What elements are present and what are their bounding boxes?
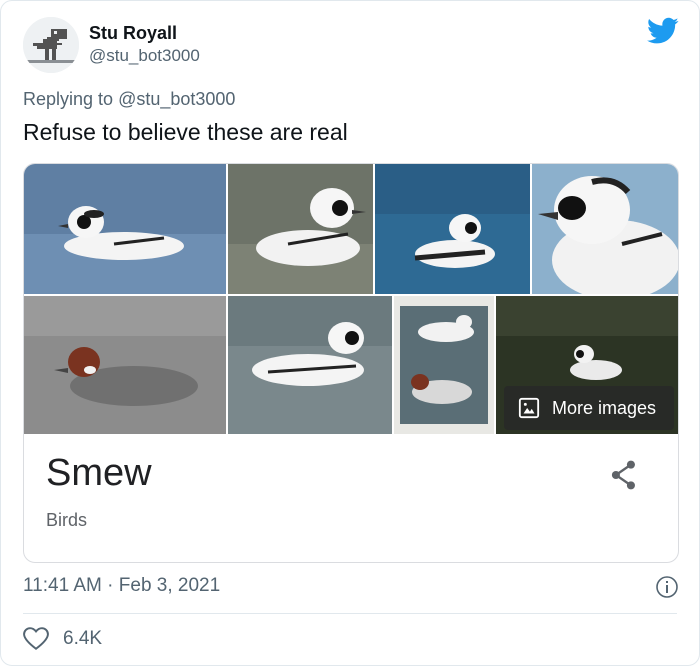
search-card[interactable]: More images Smew Birds [23,163,679,563]
image-icon [518,397,540,419]
info-icon[interactable] [655,575,679,599]
tweet-date: Feb 3, 2021 [118,575,221,596]
reply-prefix: Replying to [23,89,119,109]
more-images-label: More images [552,397,657,418]
gallery-image-4[interactable] [532,164,678,294]
gallery-image-5[interactable] [24,296,226,434]
gallery-image-2[interactable] [228,164,373,294]
reply-to-link[interactable]: @stu_bot3000 [118,89,235,109]
more-images-button[interactable]: More images [504,386,674,430]
image-gallery: More images [24,164,678,434]
like-count: 6.4K [63,628,103,649]
gallery-image-6[interactable] [228,296,392,434]
card-title: Smew [46,452,152,494]
gallery-image-1[interactable] [24,164,226,294]
author-handle[interactable]: @stu_bot3000 [89,46,200,66]
tweet-text: Refuse to believe these are real [23,119,348,145]
like-button[interactable]: 6.4K [23,627,102,651]
heart-icon [23,627,49,650]
tweet-time: 11:41 AM [23,575,102,596]
gallery-image-3[interactable] [375,164,530,294]
divider [23,613,677,614]
gallery-image-7[interactable] [394,296,494,434]
card-subtitle: Birds [46,510,88,530]
timestamp[interactable]: 11:41 AM · Feb 3, 2021 [23,575,220,597]
dino-avatar-icon [23,17,79,73]
tweet: Stu Royall @stu_bot3000 Replying to @stu… [0,0,700,666]
timestamp-separator: · [101,575,119,596]
twitter-bird-icon[interactable] [647,17,679,45]
reply-context: Replying to @stu_bot3000 [23,89,235,110]
avatar[interactable] [23,17,79,73]
share-icon[interactable] [610,460,638,490]
author-name[interactable]: Stu Royall [89,23,177,44]
